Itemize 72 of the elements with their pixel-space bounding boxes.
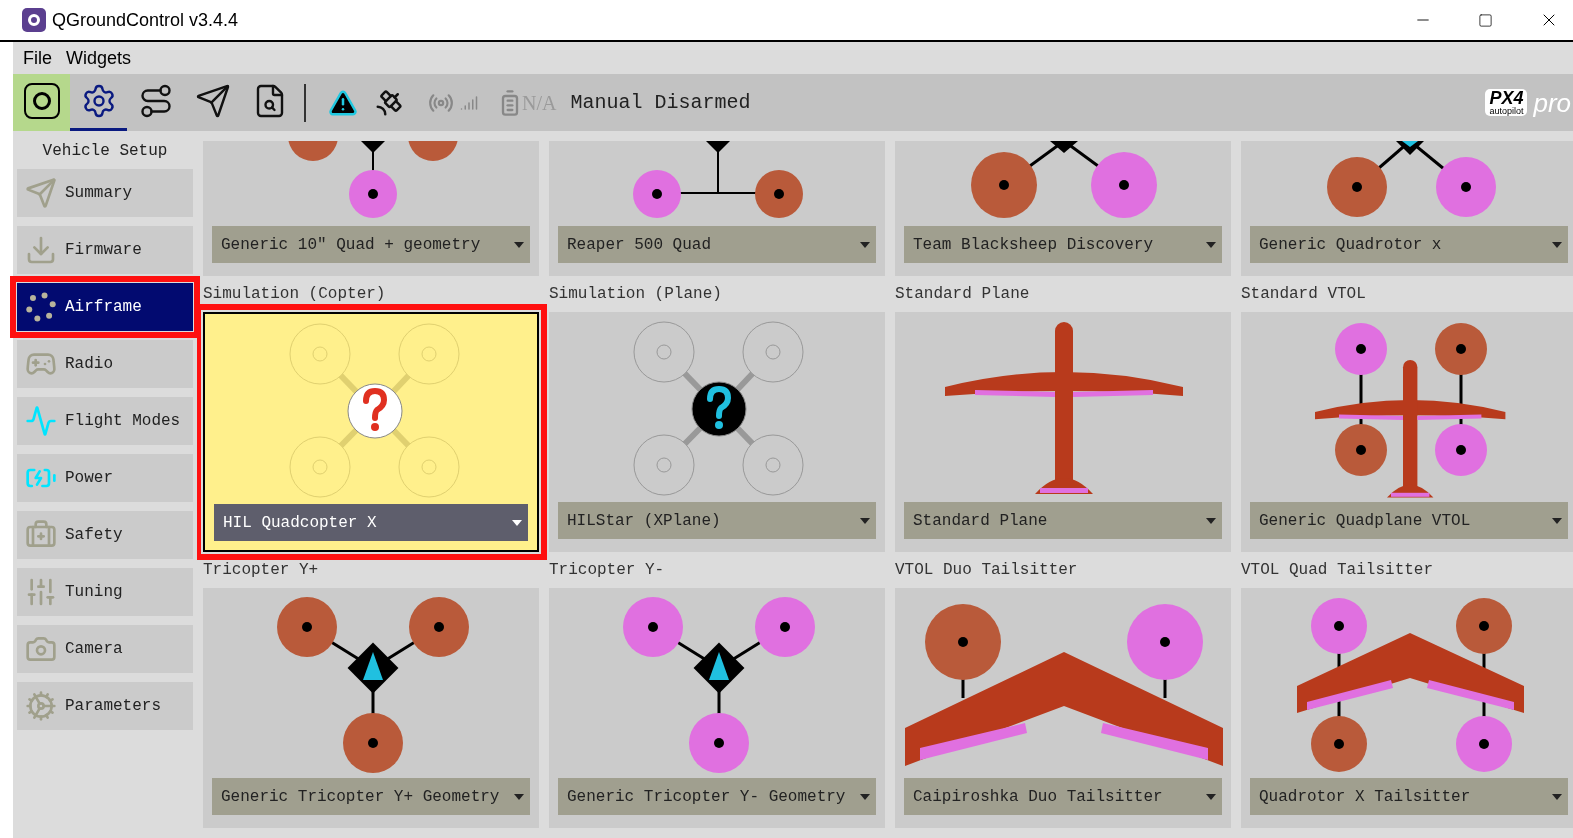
signal-icon: [460, 93, 478, 112]
airframe-dropdown[interactable]: Generic Quadplane VTOL: [1250, 502, 1568, 539]
paper-plane-icon: [25, 177, 57, 209]
airframe-group-title: Standard VTOL: [1241, 284, 1367, 305]
airframe-dropdown[interactable]: Generic Tricopter Y- Geometry: [558, 778, 876, 815]
app-icon: [22, 8, 46, 32]
sidebar-item[interactable]: Radio: [17, 340, 193, 388]
flight-mode[interactable]: Manual: [570, 87, 643, 118]
airframe-card[interactable]: HILStar (XPlane): [549, 312, 885, 552]
airframe-dropdown[interactable]: Quadrotor X Tailsitter: [1250, 778, 1568, 815]
maximize-icon[interactable]: [1478, 12, 1493, 28]
airframe-group-title: VTOL Quad Tailsitter: [1241, 560, 1435, 581]
sidebar-item[interactable]: Parameters: [17, 682, 193, 730]
dropdown-caret-icon: [514, 793, 524, 800]
airframe-group-title: Simulation (Copter): [203, 284, 387, 305]
airframe-card[interactable]: Standard Plane: [895, 312, 1231, 552]
app-logo-icon: [23, 83, 60, 119]
airframe-group-title: Tricopter Y-: [549, 560, 666, 581]
dropdown-caret-icon: [512, 519, 522, 526]
sidebar-item[interactable]: Flight Modes: [17, 397, 193, 445]
airframe-group-title: VTOL Duo Tailsitter: [895, 560, 1079, 581]
dropdown-caret-icon: [1206, 517, 1216, 524]
menu-item[interactable]: File: [23, 44, 52, 72]
airframe-card[interactable]: Generic Tricopter Y- Geometry: [549, 588, 885, 828]
download-icon: [25, 234, 57, 266]
airframe-card[interactable]: Team Blacksheep Discovery: [895, 141, 1231, 276]
sidebar-item[interactable]: Summary: [17, 169, 193, 217]
airframe-card[interactable]: Generic 10″ Quad + geometry: [203, 141, 539, 276]
arm-state[interactable]: Disarmed: [654, 87, 751, 118]
logo-suffix: pro: [1533, 89, 1572, 116]
airframe-dropdown[interactable]: Generic Tricopter Y+ Geometry: [212, 778, 530, 815]
airframe-dropdown[interactable]: Standard Plane: [904, 502, 1222, 539]
dropdown-caret-icon: [1206, 793, 1216, 800]
airframe-group-title: Standard Plane: [895, 284, 1031, 305]
dropdown-caret-icon: [1552, 517, 1562, 524]
sliders-icon: [25, 576, 57, 608]
airframe-dropdown[interactable]: Reaper 500 Quad: [558, 226, 876, 263]
app-logo-button[interactable]: [13, 74, 70, 131]
dots-ring-icon: [25, 291, 57, 323]
sidebar-item[interactable]: Tuning: [17, 568, 193, 616]
airframe-dropdown[interactable]: Team Blacksheep Discovery: [904, 226, 1222, 263]
px4-logo: PX4 autopilot: [1485, 89, 1528, 116]
dropdown-caret-icon: [860, 517, 870, 524]
dropdown-caret-icon: [1206, 241, 1216, 248]
dropdown-caret-icon: [1552, 793, 1562, 800]
wave-icon: [25, 405, 57, 437]
airframe-dropdown[interactable]: Caipiroshka Duo Tailsitter: [904, 778, 1222, 815]
airframe-card[interactable]: Generic Tricopter Y+ Geometry: [203, 588, 539, 828]
airframe-dropdown[interactable]: Generic Quadrotor x: [1250, 226, 1568, 263]
sidebar-item[interactable]: Safety: [17, 511, 193, 559]
dropdown-caret-icon: [514, 241, 524, 248]
airframe-card[interactable]: Caipiroshka Duo Tailsitter: [895, 588, 1231, 828]
airframe-card[interactable]: Generic Quadrotor x: [1241, 141, 1573, 276]
paper-plane-icon: [194, 83, 231, 119]
satellite-icon[interactable]: [374, 87, 404, 118]
airframe-dropdown[interactable]: HILStar (XPlane): [558, 502, 876, 539]
sidebar-item[interactable]: Power: [17, 454, 193, 502]
airframe-dropdown[interactable]: HIL Quadcopter X: [214, 504, 528, 541]
dropdown-caret-icon: [1552, 241, 1562, 248]
airframe-card[interactable]: Reaper 500 Quad: [549, 141, 885, 276]
sidebar-title: Vehicle Setup: [42, 141, 168, 162]
airframe-group-title: Simulation (Plane): [549, 284, 723, 305]
sidebar-item[interactable]: Firmware: [17, 226, 193, 274]
dropdown-caret-icon: [860, 793, 870, 800]
airframe-card[interactable]: Quadrotor X Tailsitter: [1241, 588, 1573, 828]
menu-item[interactable]: Widgets: [66, 44, 132, 72]
sidebar-item[interactable]: Camera: [17, 625, 193, 673]
airframe-dropdown[interactable]: Generic 10″ Quad + geometry: [212, 226, 530, 263]
dropdown-caret-icon: [860, 241, 870, 248]
airframe-card[interactable]: Generic Quadplane VTOL: [1241, 312, 1573, 552]
airframe-group-title: Tricopter Y+: [203, 560, 320, 581]
window-title: QGroundControl v3.4.4: [52, 8, 239, 32]
